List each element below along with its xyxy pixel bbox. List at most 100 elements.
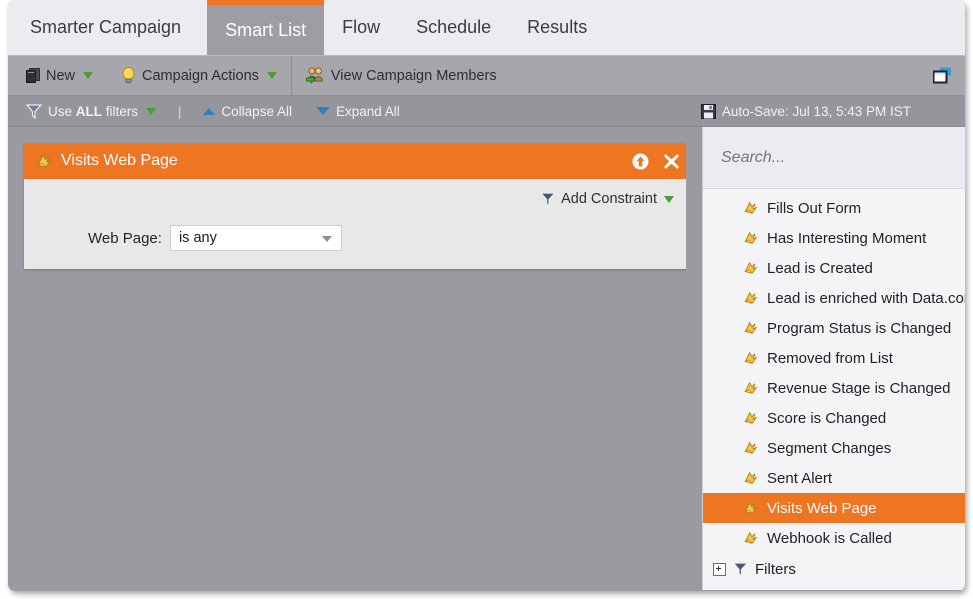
filters-tree-node[interactable]: Filters [703,553,965,585]
lightning-flag-icon [743,261,759,275]
list-item-label: Visits Web Page [767,499,877,517]
rule-card-visits-web-page: Visits Web Page Add Constraint Web Page:… [24,143,686,269]
list-item[interactable]: Removed from List [703,343,965,373]
collapse-all-label: Collapse All [221,103,292,119]
list-item-label: Revenue Stage is Changed [767,379,951,397]
chevron-down-icon [83,72,94,79]
web-page-label: Web Page: [88,229,162,247]
list-item-label: Score is Changed [767,409,887,427]
window-frame: Smarter Campaign Smart List Flow Schedul… [8,0,965,591]
expand-plus-icon[interactable] [713,563,726,576]
lightning-flag-icon [743,501,759,515]
lightning-flag-icon [743,351,759,365]
smart-list-canvas: Visits Web Page Add Constraint Web Page:… [8,127,686,590]
list-item[interactable]: Webhook is Called [703,523,965,553]
expand-all-button[interactable]: Expand All [304,96,412,126]
search-input[interactable] [719,147,949,168]
list-item-label: Segment Changes [767,439,892,457]
close-x-icon [664,153,679,169]
list-item[interactable]: Score is Changed [703,403,965,433]
tab-label: Smarter Campaign [30,17,182,37]
list-item[interactable]: Has Interesting Moment [703,223,965,253]
list-item[interactable]: Fills Out Form [703,193,965,223]
lightning-flag-icon [743,411,759,425]
tab-schedule[interactable]: Schedule [398,0,509,55]
lightning-flag-icon [743,231,759,245]
list-item-visits-web-page[interactable]: Visits Web Page [703,493,965,523]
web-page-operator-select[interactable]: is any [169,225,342,251]
tab-results[interactable]: Results [509,0,605,55]
new-button[interactable]: New [8,56,107,95]
window-bottom-strip [8,590,965,591]
campaign-actions-label: Campaign Actions [142,67,259,84]
list-item[interactable]: Program Status is Changed [703,313,965,343]
move-up-button[interactable] [632,153,649,170]
lightning-flag-icon [743,531,759,545]
funnel-icon [732,562,749,577]
chevron-down-icon [146,107,157,115]
chevron-down-icon [664,195,674,203]
autosave-label: Auto-Save: Jul 13, 5:43 PM IST [721,103,911,119]
lightning-flag-icon [743,471,759,485]
lightning-flag-icon [743,201,759,215]
close-button[interactable] [663,153,680,170]
use-all-filters-button[interactable]: Use ALL filters [8,96,168,126]
search-box [703,127,965,189]
list-item-label: Has Interesting Moment [767,229,927,247]
tab-bar: Smarter Campaign Smart List Flow Schedul… [8,0,965,56]
list-item[interactable]: Segment Changes [703,433,965,463]
chevron-down-icon [266,72,277,79]
list-item-label: Webhook is Called [767,529,892,547]
list-item[interactable]: Lead is enriched with Data.com [703,283,965,313]
funnel-icon [26,103,42,119]
rule-card-body: Add Constraint Web Page: is any [24,179,686,269]
filter-toolbar: Use ALL filters | Collapse All Expand Al… [8,96,965,127]
list-item[interactable]: Sent Alert [703,463,965,493]
lightning-flag-icon [743,321,759,335]
list-item[interactable]: Revenue Stage is Changed [703,373,965,403]
new-document-icon [26,68,40,83]
lightning-flag-icon [36,153,53,169]
web-page-operator-value: is any [178,230,217,246]
rule-card-header: Visits Web Page [24,143,686,179]
action-toolbar: New Campaign Actions View Campaign Membe… [8,55,965,96]
application-window: Smarter Campaign Smart List Flow Schedul… [0,0,973,599]
campaign-actions-button[interactable]: Campaign Actions [107,56,291,95]
tab-label: Results [527,17,588,37]
list-item-label: Program Status is Changed [767,319,952,337]
expand-all-label: Expand All [335,103,400,119]
window-restore-icon[interactable] [933,67,953,84]
tab-smarter-campaign[interactable]: Smarter Campaign [8,0,207,55]
autosave-status: Auto-Save: Jul 13, 5:43 PM IST [700,96,911,126]
view-campaign-members-button[interactable]: View Campaign Members [292,56,511,95]
tab-flow[interactable]: Flow [324,0,398,55]
view-campaign-members-label: View Campaign Members [330,67,497,84]
floppy-disk-icon [700,103,716,119]
list-item-label: Lead is Created [767,259,873,277]
collapse-all-button[interactable]: Collapse All [191,96,304,126]
trigger-filter-palette: Fills Out Form Has Interesting Moment Le… [702,127,965,590]
tab-label: Flow [342,17,381,37]
lightning-flag-icon [743,441,759,455]
list-item-label: Sent Alert [767,469,833,487]
list-item-label: Lead is enriched with Data.com [767,289,965,307]
tab-smart-list[interactable]: Smart List [207,0,325,55]
new-label: New [46,67,76,84]
triangle-up-icon [203,107,216,115]
filters-node-label: Filters [755,561,796,578]
lightning-flag-icon [743,381,759,395]
lightbulb-icon [121,67,136,84]
people-icon [305,67,325,84]
rule-card-title: Visits Web Page [61,152,178,169]
web-page-field-row: Web Page: is any [38,225,678,251]
tab-label: Schedule [416,17,492,37]
tab-list: Smarter Campaign Smart List Flow Schedul… [8,0,965,55]
arrow-up-circle-icon [632,153,649,169]
list-item[interactable]: Lead is Created [703,253,965,283]
funnel-icon [540,191,557,207]
lightning-flag-icon [743,291,759,305]
tab-label: Smart List [225,19,307,40]
workspace: Visits Web Page Add Constraint Web Page:… [8,127,965,590]
add-constraint-label: Add Constraint [561,191,657,207]
add-constraint-button[interactable]: Add Constraint [38,189,678,207]
